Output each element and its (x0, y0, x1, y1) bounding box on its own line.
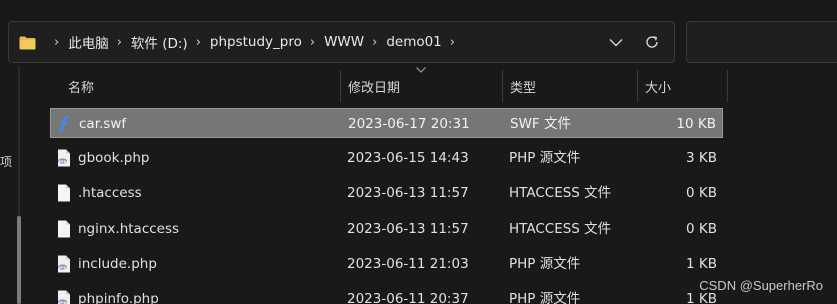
file-type: HTACCESS 文件 (509, 220, 612, 237)
file-date: 2023-06-13 11:57 (347, 220, 469, 237)
file-name[interactable]: car.swf (79, 109, 126, 139)
php-file-icon: php (56, 149, 72, 167)
column-divider[interactable] (502, 70, 503, 102)
file-size: 0 KB (686, 185, 717, 202)
file-name[interactable]: phpinfo.php (78, 284, 159, 304)
file-row[interactable]: .htaccess 2023-06-13 11:57 HTACCESS 文件 0 KB (50, 178, 723, 208)
address-history-button[interactable] (602, 28, 630, 56)
column-divider[interactable] (637, 70, 638, 102)
file-name[interactable]: nginx.htaccess (78, 214, 179, 244)
file-name[interactable]: include.php (78, 249, 157, 279)
breadcrumb-phpstudy-pro[interactable]: phpstudy_pro (210, 34, 302, 50)
file-type: SWF 文件 (510, 116, 571, 132)
column-divider[interactable] (727, 70, 728, 102)
column-header-type[interactable]: 类型 (510, 66, 536, 106)
breadcrumb-this-pc[interactable]: 此电脑 (68, 32, 109, 52)
svg-text:php: php (59, 265, 67, 269)
file-row[interactable]: car.swf 2023-06-17 20:31 SWF 文件 10 KB (50, 108, 723, 138)
chevron-right-icon[interactable]: › (372, 35, 377, 50)
file-row[interactable]: php phpinfo.php 2023-06-11 20:37 PHP 源文件 1 K… (50, 284, 723, 304)
file-type: PHP 源文件 (509, 291, 581, 304)
file-date: 2023-06-17 20:31 (348, 116, 470, 132)
chevron-right-icon[interactable]: › (196, 35, 201, 50)
watermark: CSDN @SuperherRo (699, 278, 823, 293)
chevron-right-icon: › (54, 34, 60, 50)
chevron-right-icon[interactable]: › (310, 35, 315, 50)
file-type: PHP 源文件 (509, 150, 581, 167)
refresh-button[interactable] (638, 28, 666, 56)
address-bar[interactable]: › 此电脑 › 软件 (D:) › phpstudy_pro › WWW › d… (8, 21, 675, 63)
file-name[interactable]: .htaccess (78, 178, 142, 208)
file-date: 2023-06-15 14:43 (347, 150, 469, 167)
column-header-date[interactable]: 修改日期 (348, 66, 400, 106)
file-size: 10 KB (676, 116, 716, 132)
breadcrumb-demo01[interactable]: demo01 (386, 34, 441, 50)
blank-file-icon (56, 184, 72, 202)
folder-icon (19, 35, 36, 50)
file-date: 2023-06-11 21:03 (347, 255, 469, 272)
file-row[interactable]: php gbook.php 2023-06-15 14:43 PHP 源文件 3 KB (50, 143, 723, 173)
chevron-down-icon (609, 38, 623, 46)
refresh-icon (646, 36, 658, 48)
column-divider[interactable] (340, 70, 341, 102)
flash-file-icon (57, 115, 73, 133)
file-type: PHP 源文件 (509, 255, 581, 272)
file-type: HTACCESS 文件 (509, 185, 612, 202)
nav-scrollbar-thumb[interactable] (17, 216, 21, 304)
blank-file-icon (56, 220, 72, 238)
file-row[interactable]: php include.php 2023-06-11 21:03 PHP 源文件 1 K… (50, 249, 723, 279)
file-name[interactable]: gbook.php (78, 143, 149, 173)
php-file-icon: php (56, 255, 72, 273)
file-size: 1 KB (686, 255, 717, 272)
chevron-right-icon[interactable]: › (117, 35, 122, 50)
file-size: 3 KB (686, 150, 717, 167)
breadcrumb-drive-d[interactable]: 软件 (D:) (131, 32, 188, 52)
file-date: 2023-06-13 11:57 (347, 185, 469, 202)
nav-item-label[interactable]: 项 (0, 153, 14, 170)
file-size: 0 KB (686, 220, 717, 237)
file-row[interactable]: nginx.htaccess 2023-06-13 11:57 HTACCESS 文… (50, 214, 723, 244)
svg-text:php: php (59, 300, 67, 304)
sort-indicator-icon (416, 67, 426, 73)
column-header-name[interactable]: 名称 (68, 66, 94, 106)
column-header-size[interactable]: 大小 (645, 66, 671, 106)
php-file-icon: php (56, 290, 72, 304)
chevron-right-icon[interactable]: › (450, 35, 455, 50)
breadcrumb-www[interactable]: WWW (324, 34, 364, 50)
svg-text:php: php (59, 159, 67, 163)
search-input[interactable] (686, 21, 837, 63)
file-date: 2023-06-11 20:37 (347, 291, 469, 304)
